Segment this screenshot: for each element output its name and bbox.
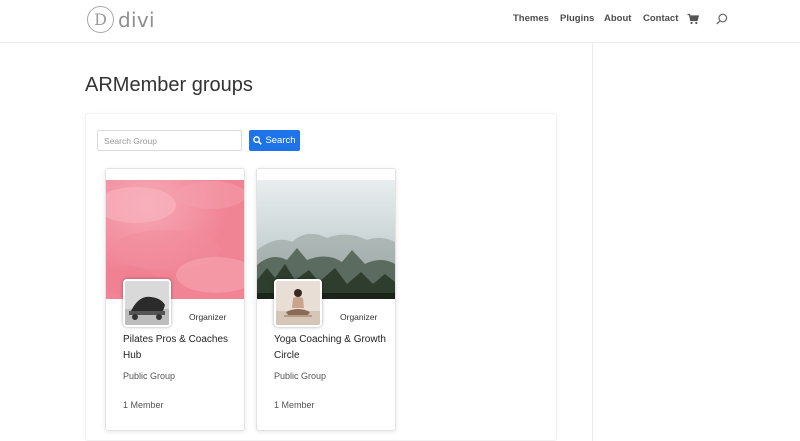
group-name[interactable]: Pilates Pros & Coaches Hub	[123, 332, 238, 364]
group-type: Public Group	[123, 371, 176, 381]
page-title: ARMember groups	[85, 74, 253, 96]
group-avatar[interactable]	[274, 279, 322, 327]
nav-link-themes[interactable]: Themes	[513, 13, 549, 24]
search-icon[interactable]	[716, 13, 728, 25]
group-role-label: Organizer	[340, 312, 378, 322]
search-button[interactable]: Search	[249, 130, 300, 151]
yoga-photo	[276, 281, 320, 325]
nav-link-plugins[interactable]: Plugins	[560, 13, 594, 24]
search-button-icon	[253, 136, 263, 145]
search-button-label: Search	[265, 135, 296, 146]
pilates-photo	[125, 281, 169, 325]
group-role-label: Organizer	[189, 312, 227, 322]
nav-link-about[interactable]: About	[604, 13, 631, 24]
group-avatar[interactable]	[123, 279, 171, 327]
search-group-input[interactable]	[97, 130, 242, 151]
group-type: Public Group	[274, 371, 327, 381]
group-card-yoga[interactable]: Organizer Yoga Coaching & Growth Circle …	[256, 168, 396, 431]
cart-icon[interactable]	[687, 13, 699, 25]
main-nav: Themes Plugins About Contact	[0, 13, 800, 29]
nav-link-contact[interactable]: Contact	[643, 13, 678, 24]
group-member-count: 1 Member	[274, 400, 315, 410]
group-card-pilates[interactable]: Organizer Pilates Pros & Coaches Hub Pub…	[105, 168, 245, 431]
group-name[interactable]: Yoga Coaching & Growth Circle	[274, 332, 389, 364]
group-member-count: 1 Member	[123, 400, 164, 410]
site-header: D divi Themes Plugins About Contact	[0, 0, 800, 43]
sidebar-divider	[592, 43, 593, 441]
